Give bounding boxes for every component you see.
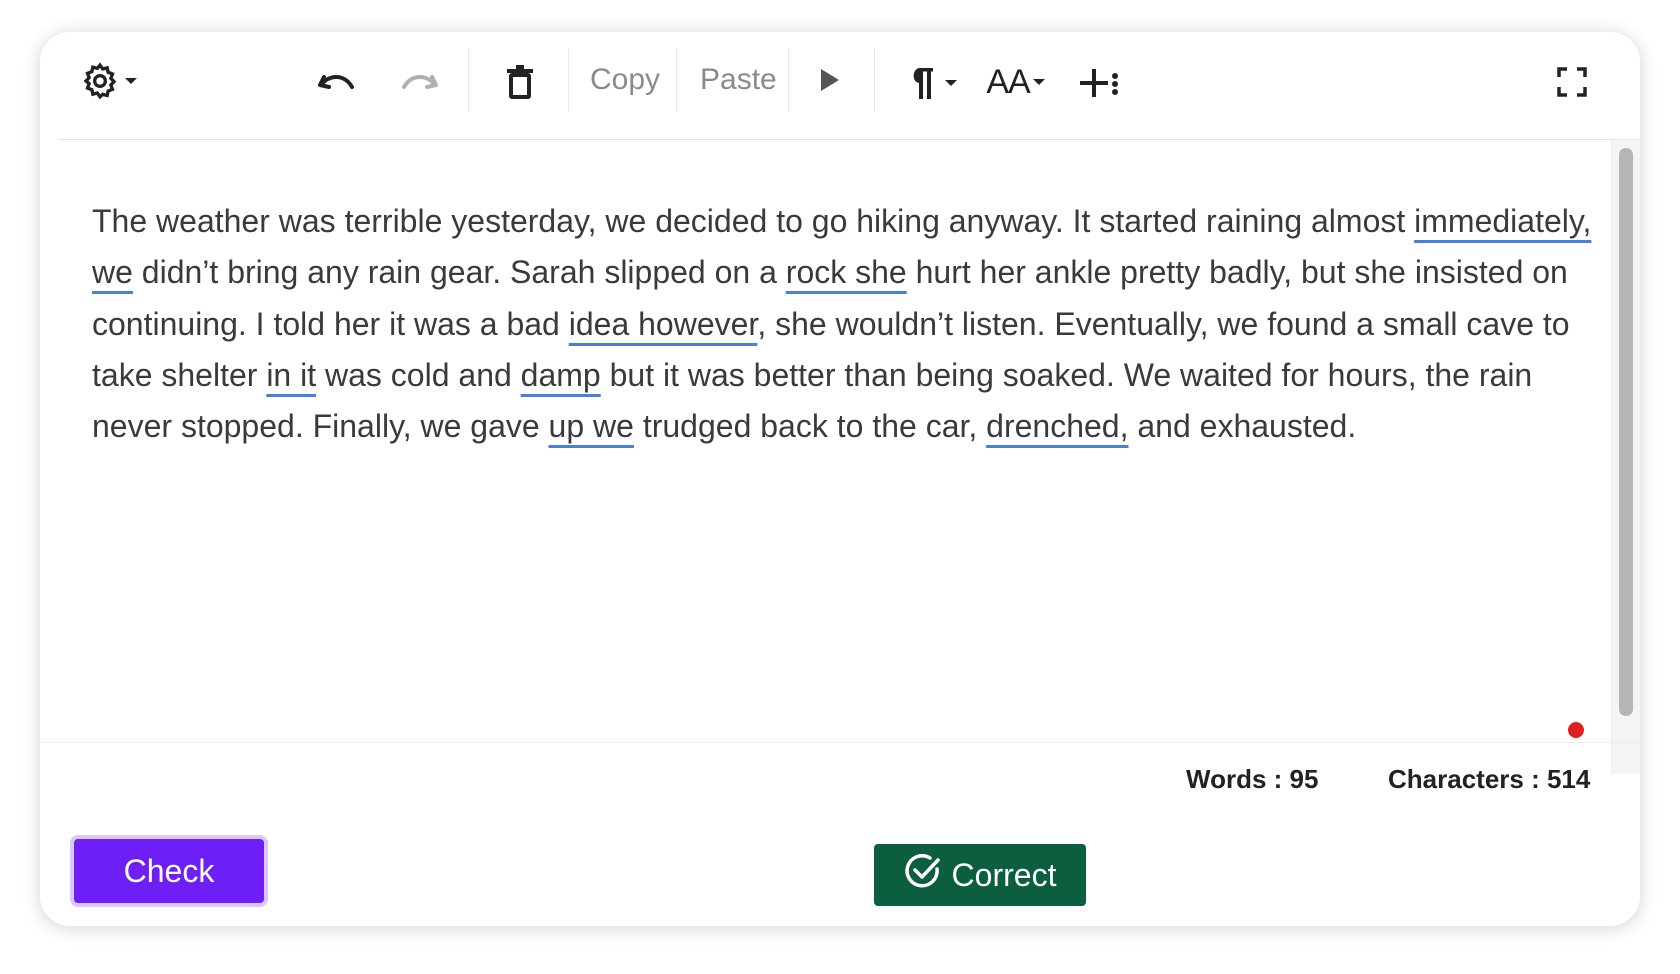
toolbar: Copy Paste AA [40, 32, 1640, 139]
font-size-label: AA [986, 62, 1030, 101]
delete-button[interactable] [492, 56, 548, 110]
editor-card: Copy Paste AA The weather was terrible y… [40, 32, 1640, 926]
paragraph-button[interactable] [900, 58, 966, 108]
redo-button[interactable] [392, 60, 448, 104]
text-segment: trudged back to the car, [633, 408, 987, 445]
gear-icon [80, 61, 120, 101]
settings-button[interactable] [74, 56, 144, 106]
separator [788, 48, 789, 112]
check-circle-icon [904, 852, 942, 898]
redo-icon [400, 67, 440, 97]
text-segment: and exhausted. [1128, 408, 1357, 445]
insert-button[interactable] [1070, 58, 1130, 108]
fullscreen-button[interactable] [1548, 58, 1596, 106]
grammar-error-highlight[interactable]: rock she [786, 254, 907, 290]
copy-button[interactable]: Copy [590, 60, 660, 100]
trash-icon [505, 65, 535, 101]
grammar-error-highlight[interactable]: in it [266, 357, 316, 393]
scrollbar-track[interactable] [1611, 140, 1640, 774]
separator [468, 48, 469, 112]
correct-button[interactable]: Correct [874, 844, 1086, 906]
word-count: Words : 95 [1186, 764, 1319, 794]
text-segment: The weather was terrible yesterday, we d… [92, 203, 1415, 239]
grammar-error-highlight[interactable]: idea however [569, 306, 758, 342]
correct-button-label: Correct [951, 856, 1057, 893]
chevron-down-icon [124, 76, 138, 86]
character-count: Characters : 514 [1388, 764, 1591, 794]
check-button[interactable]: Check [74, 839, 264, 903]
paste-button[interactable]: Paste [700, 60, 777, 100]
footer-divider [40, 742, 1640, 743]
pilcrow-icon [908, 65, 936, 101]
scrollbar-thumb[interactable] [1619, 148, 1633, 716]
fullscreen-icon [1557, 67, 1587, 97]
font-size-button[interactable]: AA [980, 56, 1052, 108]
chevron-down-icon [1032, 77, 1046, 87]
text-segment: was cold and [316, 356, 521, 393]
grammar-error-highlight[interactable]: up we [549, 408, 634, 444]
insert-icon [1078, 66, 1122, 100]
font-size-icon: AA [986, 62, 1030, 102]
chevron-down-icon [944, 78, 958, 88]
play-icon [819, 67, 841, 93]
separator [676, 48, 677, 112]
editor-content[interactable]: The weather was terrible yesterday, we d… [92, 196, 1602, 452]
undo-icon [316, 67, 356, 97]
text-editor[interactable]: The weather was terrible yesterday, we d… [40, 140, 1612, 774]
separator [874, 48, 875, 112]
play-button[interactable] [808, 58, 852, 102]
grammar-error-highlight[interactable]: damp [521, 357, 601, 393]
grammar-error-highlight[interactable]: drenched, [986, 408, 1128, 444]
undo-button[interactable] [308, 60, 364, 104]
text-segment: didn’t bring any rain gear. Sarah slippe… [132, 254, 786, 291]
separator [568, 48, 569, 112]
status-dot [1568, 722, 1584, 738]
